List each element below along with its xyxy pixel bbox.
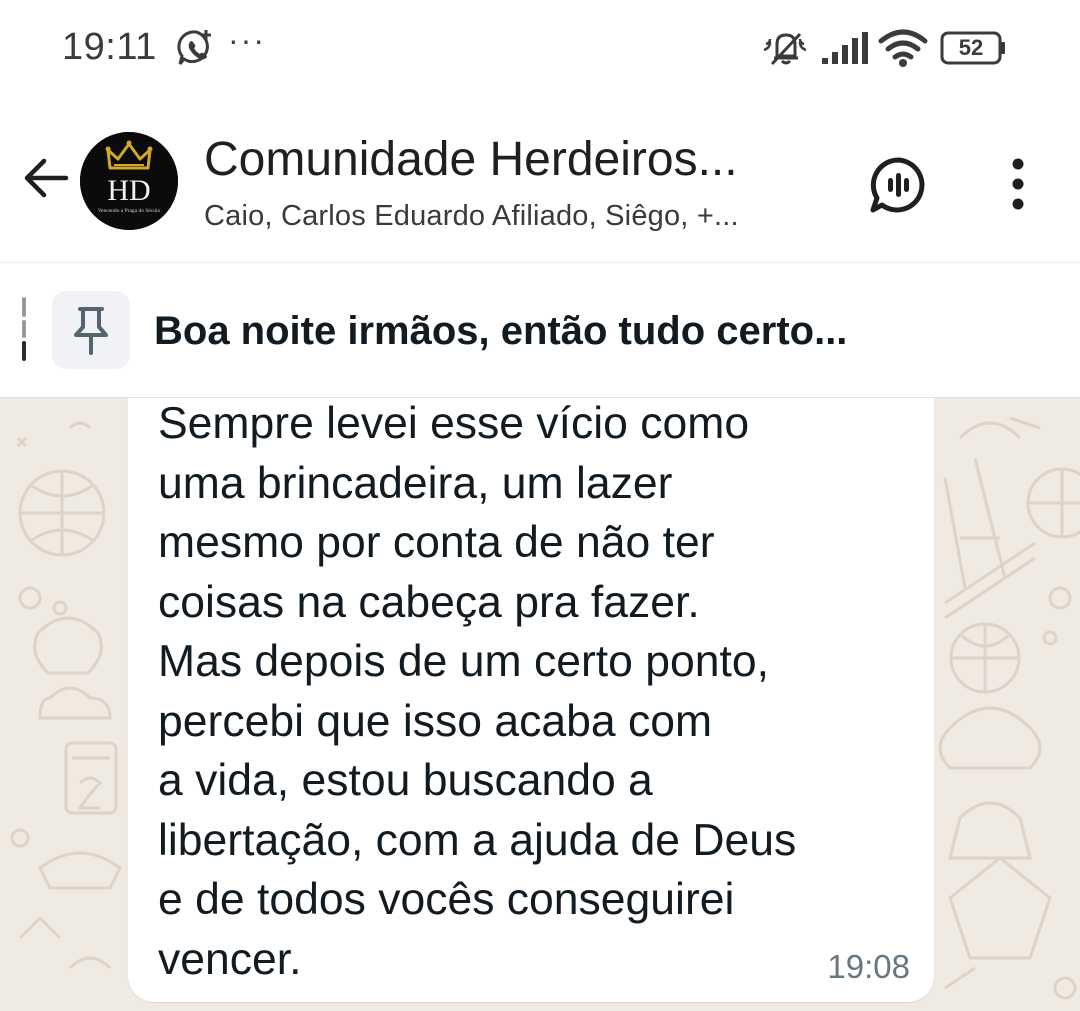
mute-icon [763, 32, 807, 66]
whatsapp-notification-icon [177, 30, 211, 65]
pin-icon-container [52, 291, 130, 369]
pinned-message-text: Boa noite irmãos, então tudo certo... [154, 309, 848, 353]
group-logo: HD Vencendo a Praga do Século [80, 132, 178, 230]
battery-icon: 52 [940, 31, 1006, 65]
chat-participants[interactable]: Caio, Carlos Eduardo Afiliado, Siêgo, +.… [204, 200, 739, 233]
wifi-icon [878, 29, 928, 67]
message-line: Sempre levei esse vício como [158, 399, 750, 448]
avatar-initials: HD [107, 174, 150, 207]
chat-title[interactable]: Comunidade Herdeiros... [204, 132, 738, 187]
more-vert-icon[interactable] [1005, 158, 1031, 210]
battery-level: 52 [958, 35, 984, 60]
message-line: libertação, com a ajuda de Deus [158, 815, 797, 865]
back-arrow-icon[interactable] [20, 152, 72, 204]
message-line: uma brincadeira, um lazer [158, 458, 673, 508]
message-text: Sempre levei esse vício como uma brincad… [158, 398, 918, 989]
message-line: percebi que isso acaba com [158, 696, 713, 746]
message-line: Mas depois de um certo ponto, [158, 637, 769, 686]
status-overflow-dots: ··· [228, 22, 266, 58]
message-line: coisas na cabeça pra fazer. [158, 577, 700, 627]
message-line: e de todos vocês conseguirei [158, 875, 735, 924]
status-bar: 19:11 ··· 52 [0, 0, 1080, 100]
message-line: a vida, estou buscando a [158, 756, 653, 805]
message-line: vencer. [158, 934, 302, 984]
group-avatar[interactable]: HD Vencendo a Praga do Século [80, 132, 178, 230]
chat-area: Sempre levei esse vício como uma brincad… [0, 398, 1080, 1011]
message-line: mesmo por conta de não ter [158, 518, 715, 567]
pinned-message-bar[interactable]: Boa noite irmãos, então tudo certo... [0, 262, 1080, 398]
pin-icon [74, 307, 108, 355]
avatar-tagline: Vencendo a Praga do Século [98, 208, 161, 214]
message-timestamp: 19:08 [827, 948, 910, 985]
signal-icon [822, 32, 868, 64]
message-bubble[interactable]: Sempre levei esse vício como uma brincad… [128, 398, 934, 1002]
pinned-indicator [22, 297, 26, 365]
status-time: 19:11 [62, 26, 157, 68]
voice-chat-icon[interactable] [868, 156, 928, 214]
chat-header: HD Vencendo a Praga do Século Comunidade… [0, 100, 1080, 262]
